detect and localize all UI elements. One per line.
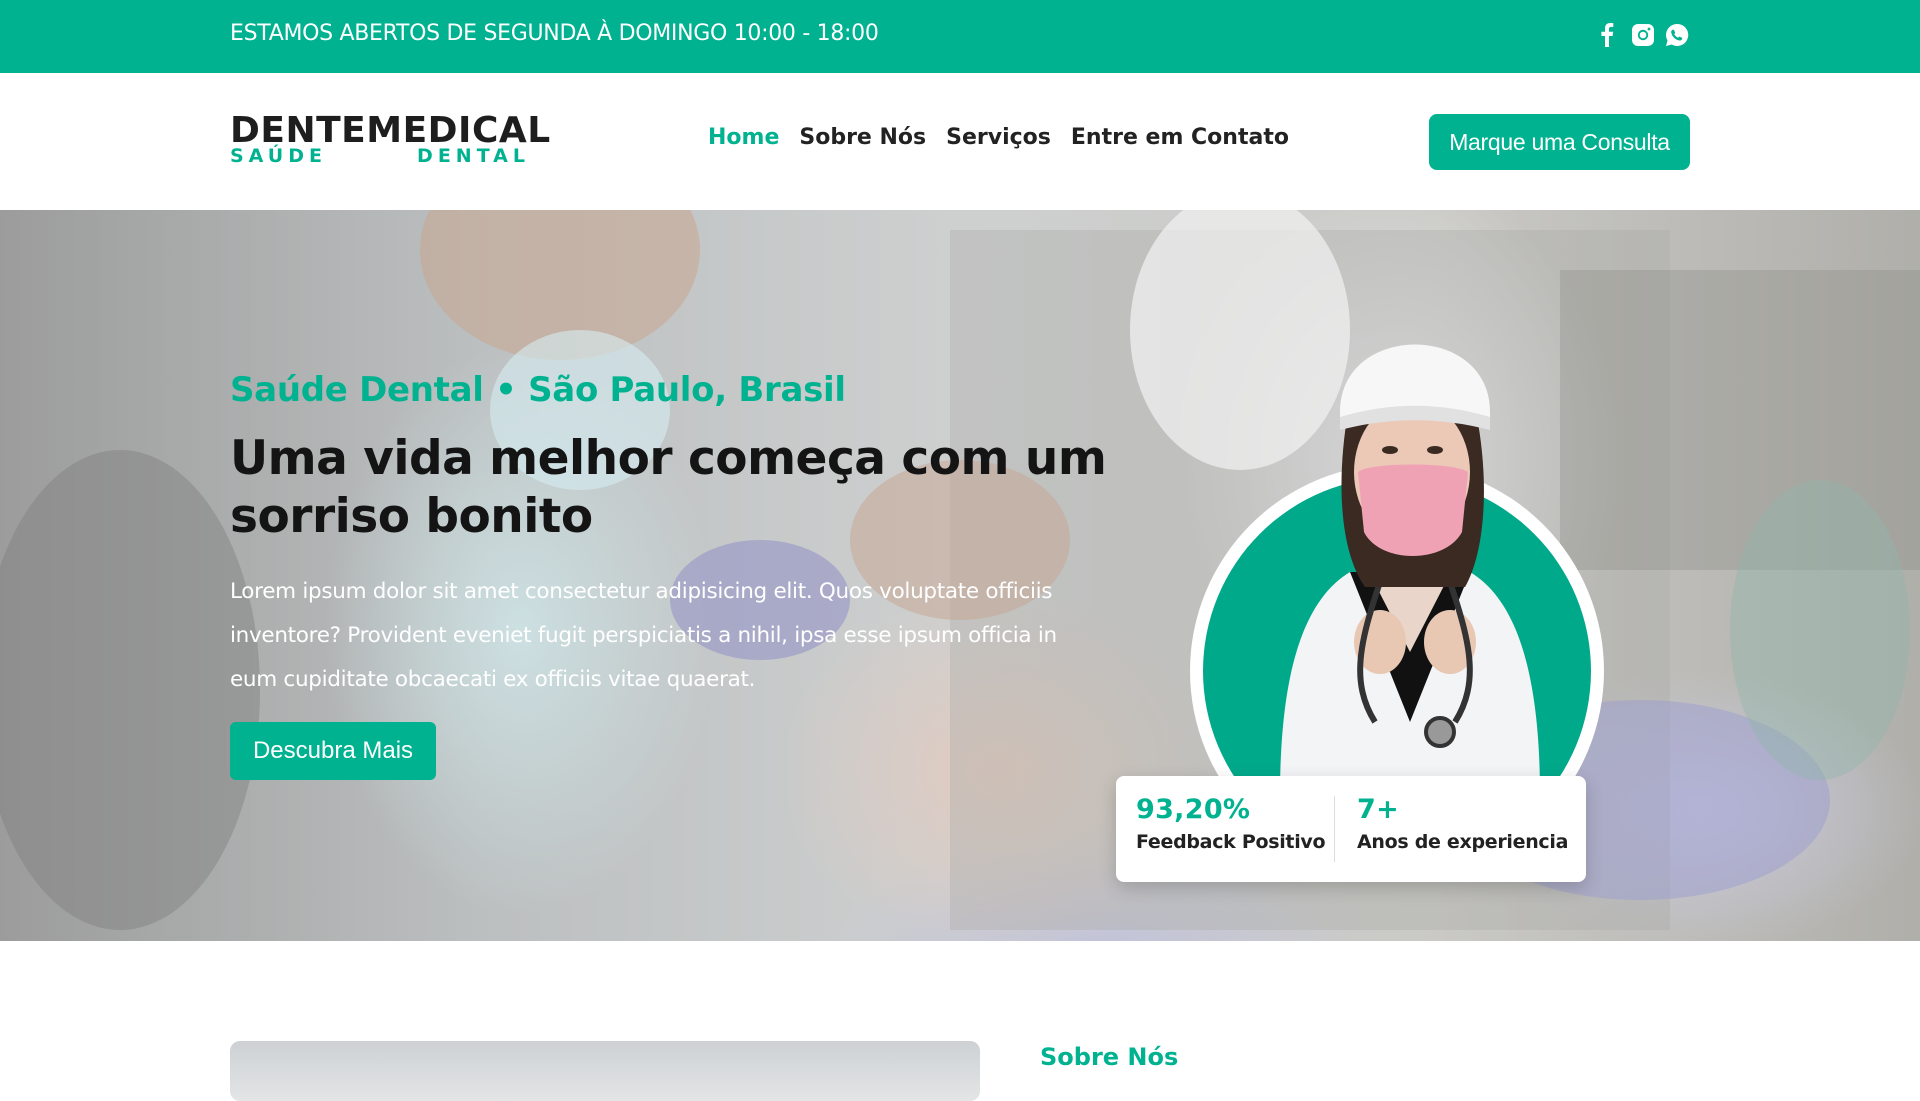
logo-tagline-left: SAÚDE bbox=[230, 145, 327, 167]
stat-feedback-label: Feedback Positivo bbox=[1136, 831, 1326, 853]
opening-hours: ESTAMOS ABERTOS DE SEGUNDA À DOMINGO 10:… bbox=[230, 21, 879, 46]
stat-feedback: 93,20% Feedback Positivo bbox=[1136, 794, 1326, 853]
hero-description: Lorem ipsum dolor sit amet consectetur a… bbox=[230, 579, 1057, 692]
stat-experience-value: 7+ bbox=[1357, 794, 1400, 825]
main-header: DENTEMEDICAL SAÚDE DENTAL Home Sobre Nós… bbox=[0, 73, 1920, 210]
about-section-title: Sobre Nós bbox=[1040, 1043, 1179, 1071]
stat-feedback-value: 93,20% bbox=[1136, 794, 1251, 825]
whatsapp-icon[interactable] bbox=[1664, 22, 1690, 48]
facebook-icon[interactable] bbox=[1594, 22, 1620, 48]
logo-tagline-right: DENTAL bbox=[417, 145, 530, 167]
hero-title: Uma vida melhor começa com um sorriso bo… bbox=[230, 431, 1107, 544]
nav-home[interactable]: Home bbox=[708, 125, 779, 150]
logo-wordmark: DENTEMEDICAL bbox=[230, 110, 551, 151]
discover-more-button[interactable]: Descubra Mais bbox=[230, 722, 436, 780]
hero-eyebrow: Saúde Dental • São Paulo, Brasil bbox=[230, 370, 846, 410]
instagram-icon[interactable] bbox=[1630, 22, 1656, 48]
stat-experience: 7+ Anos de experiencia bbox=[1357, 794, 1568, 853]
logo[interactable]: DENTEMEDICAL SAÚDE DENTAL bbox=[230, 110, 551, 167]
nav-contato[interactable]: Entre em Contato bbox=[1071, 125, 1289, 150]
main-nav: Home Sobre Nós Serviços Entre em Contato bbox=[708, 125, 1289, 150]
doctor-image bbox=[1280, 344, 1540, 796]
nav-sobre-nos[interactable]: Sobre Nós bbox=[799, 125, 926, 150]
stats-divider bbox=[1334, 796, 1335, 862]
book-appointment-button[interactable]: Marque uma Consulta bbox=[1429, 114, 1690, 170]
stats-card: 93,20% Feedback Positivo 7+ Anos de expe… bbox=[1116, 776, 1586, 882]
nav-servicos[interactable]: Serviços bbox=[946, 125, 1051, 150]
about-image bbox=[230, 1041, 980, 1101]
top-bar: ESTAMOS ABERTOS DE SEGUNDA À DOMINGO 10:… bbox=[0, 0, 1920, 73]
hero-section: Saúde Dental • São Paulo, Brasil Uma vid… bbox=[0, 210, 1920, 941]
stat-experience-label: Anos de experiencia bbox=[1357, 831, 1569, 853]
